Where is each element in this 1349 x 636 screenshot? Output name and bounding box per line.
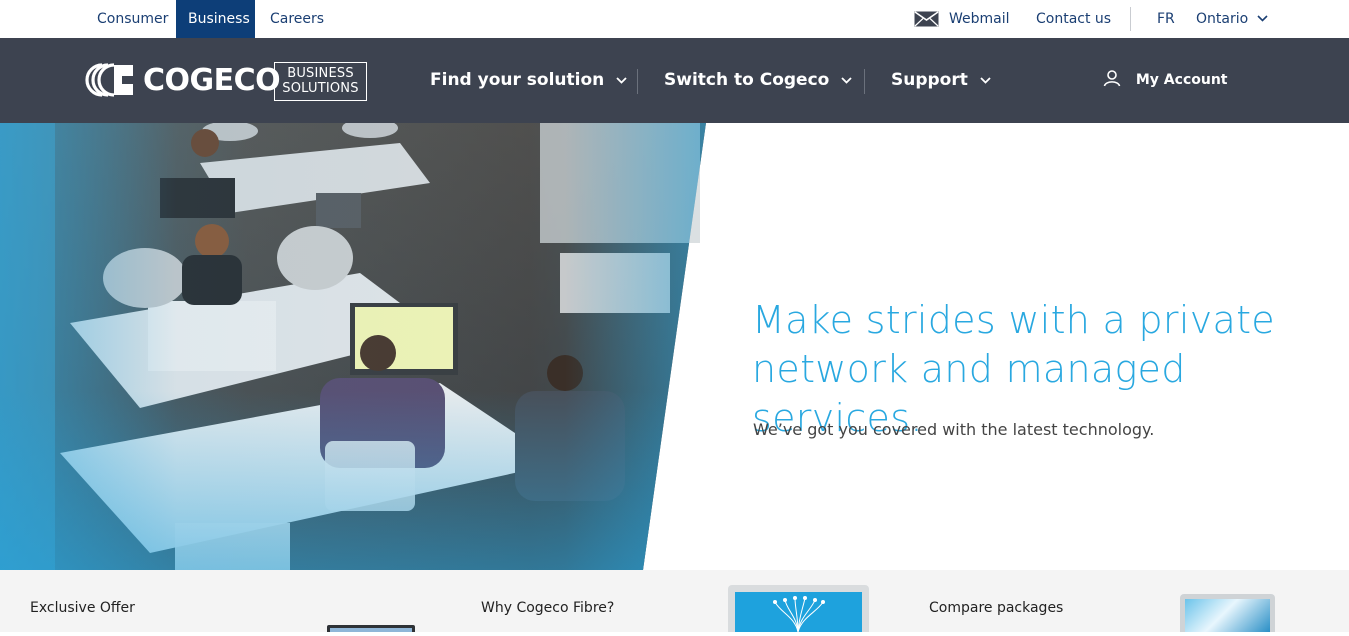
region-selector[interactable]: Ontario (1196, 0, 1268, 38)
hero-headline-line-1: Make strides with a private (752, 298, 1275, 342)
hero-subtitle: We’ve got you covered with the latest te… (753, 420, 1155, 439)
divider (1130, 7, 1131, 31)
tab-careers[interactable]: Careers (258, 0, 336, 38)
card-compare-packages[interactable]: Compare packages (929, 600, 1063, 616)
promo-cards-strip (0, 570, 1349, 632)
my-account-label: My Account (1135, 72, 1228, 88)
tablet-image (1180, 594, 1275, 632)
nav-support-label: Support (891, 70, 968, 90)
cogeco-logo[interactable]: COGECO (85, 62, 281, 98)
chevron-down-icon (616, 76, 627, 84)
nav-support[interactable]: Support (891, 38, 991, 123)
user-icon (1103, 70, 1121, 87)
fibre-monitor-image (728, 585, 869, 633)
chevron-down-icon (1257, 14, 1268, 22)
region-label: Ontario (1196, 11, 1249, 27)
chevron-down-icon (980, 76, 991, 84)
nav-switch-label: Switch to Cogeco (664, 70, 830, 90)
nav-find-solution-label: Find your solution (430, 70, 605, 90)
webmail-link[interactable]: Webmail (949, 0, 1010, 38)
business-solutions-badge: BUSINESS SOLUTIONS (274, 62, 367, 101)
mail-icon[interactable] (914, 11, 939, 31)
laptop-image (327, 625, 415, 632)
cogeco-mark-icon (85, 63, 133, 97)
nav-find-solution[interactable]: Find your solution (430, 38, 627, 123)
fibre-strands-icon (773, 596, 825, 633)
tab-business[interactable]: Business (176, 0, 255, 38)
nav-divider (637, 69, 638, 94)
language-toggle[interactable]: FR (1157, 0, 1175, 38)
my-account-link[interactable]: My Account (1103, 38, 1227, 123)
badge-line-1: BUSINESS (287, 66, 354, 81)
nav-switch-to-cogeco[interactable]: Switch to Cogeco (664, 38, 852, 123)
badge-line-2: SOLUTIONS (282, 81, 359, 96)
hero-image (0, 123, 710, 570)
contact-link[interactable]: Contact us (1036, 0, 1111, 38)
card-exclusive-offer[interactable]: Exclusive Offer (30, 600, 135, 616)
tab-consumer[interactable]: Consumer (85, 0, 180, 38)
brand-wordmark: COGECO (143, 62, 281, 98)
nav-divider (864, 69, 865, 94)
card-why-cogeco-fibre[interactable]: Why Cogeco Fibre? (481, 600, 614, 616)
utility-bar: Consumer Business Careers Webmail Contac… (0, 0, 1349, 38)
chevron-down-icon (841, 76, 852, 84)
